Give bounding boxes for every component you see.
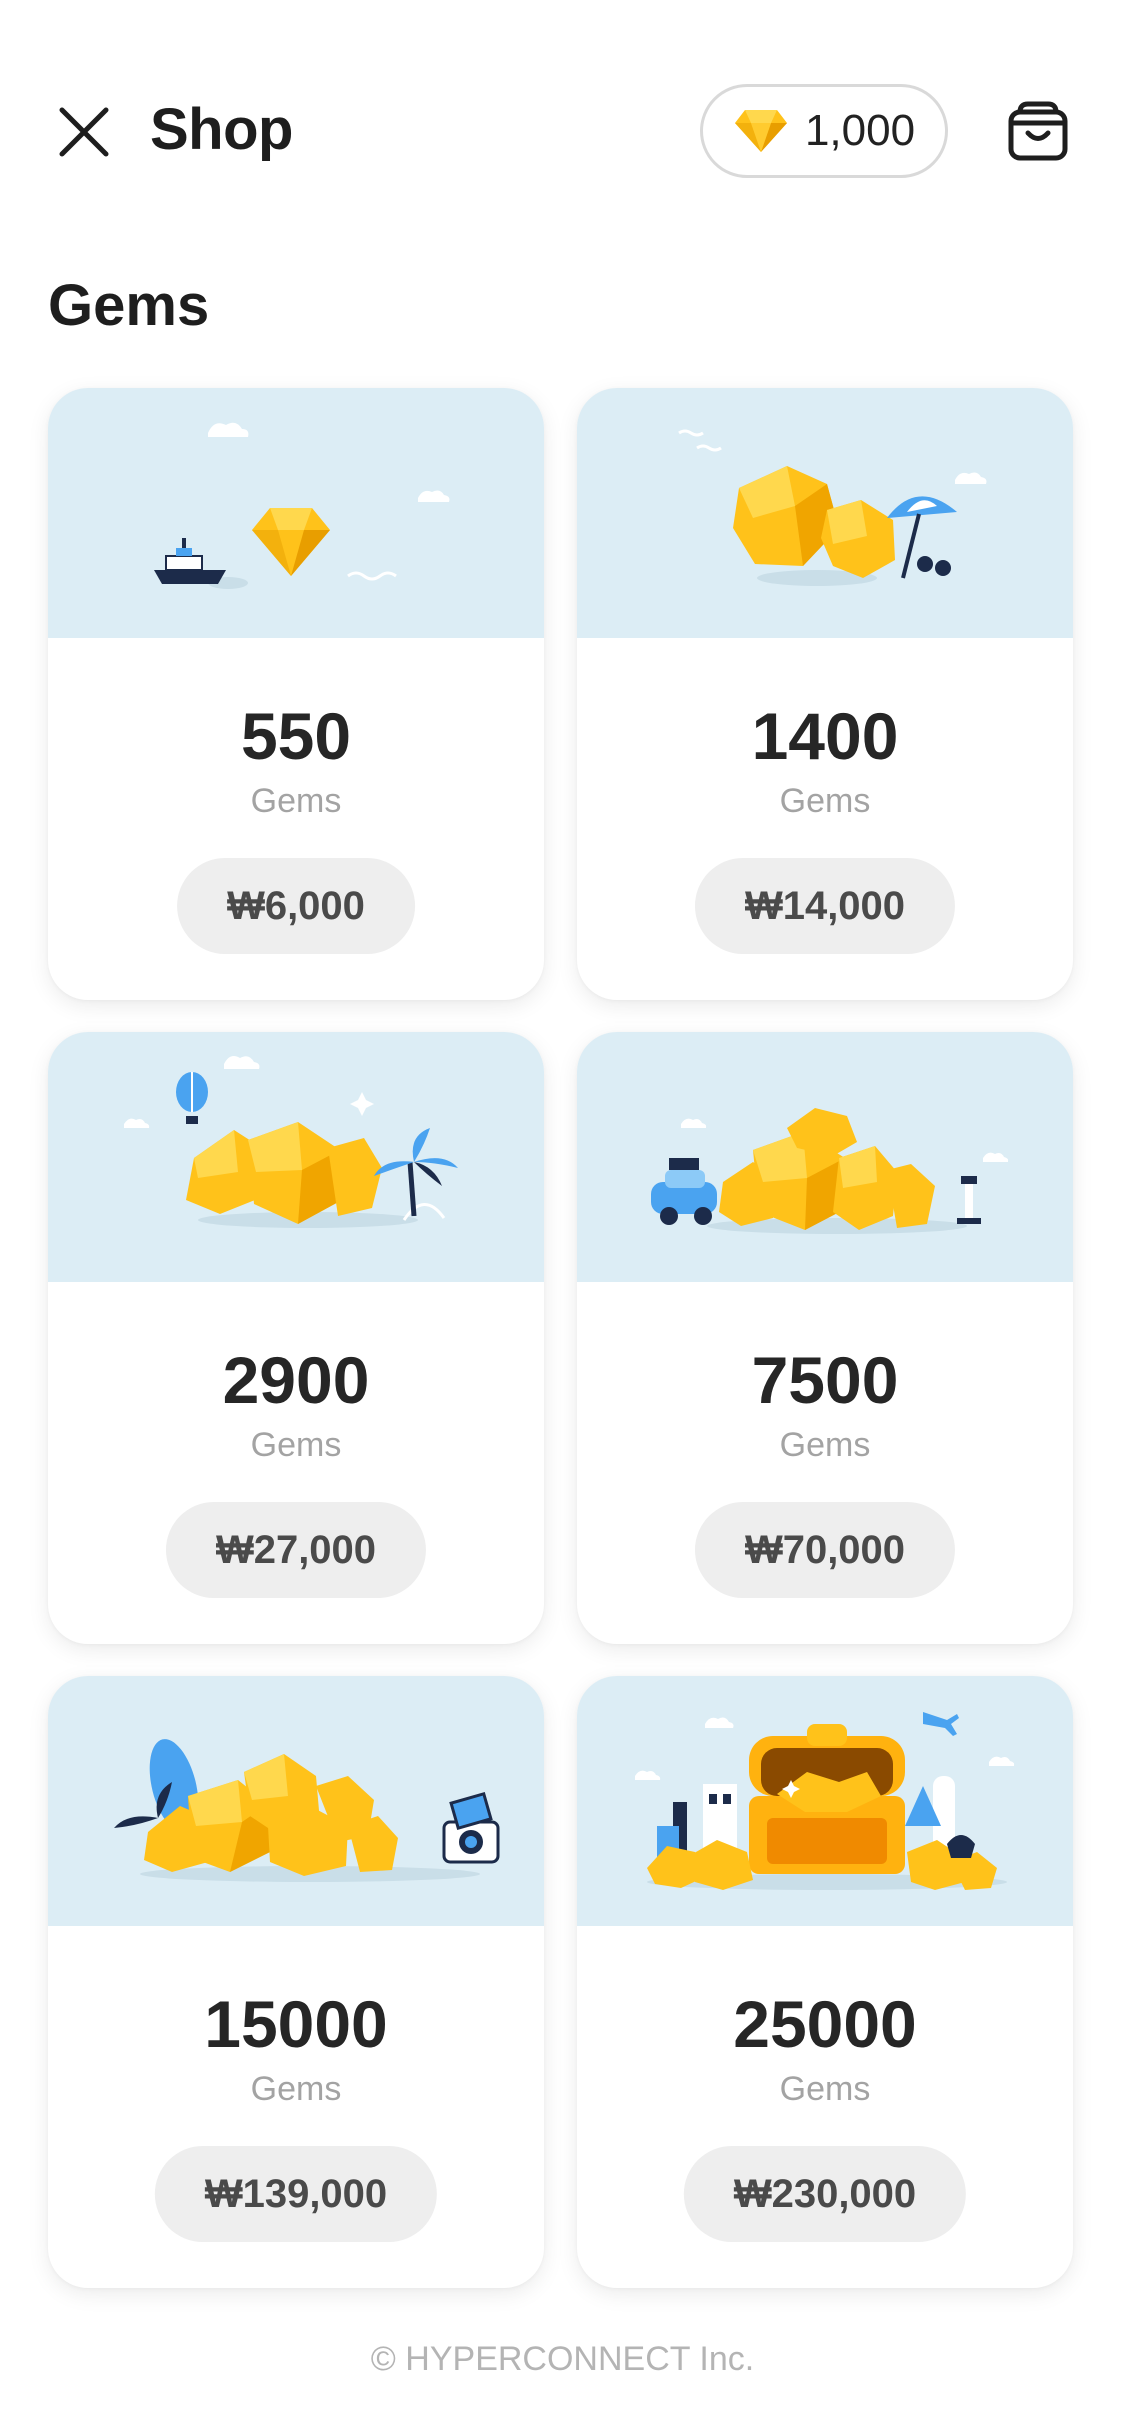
gem-unit-label: Gems — [250, 1426, 342, 1464]
gem-balance-value: 1,000 — [804, 106, 916, 155]
gem-unit-label: Gems — [779, 782, 871, 820]
gem-package-illustration — [577, 1032, 1073, 1282]
gem-amount: 25000 — [733, 1987, 917, 2061]
shopping-bag-icon — [1008, 101, 1068, 161]
header: Shop 1,000 — [0, 0, 1125, 230]
gem-amount: 15000 — [204, 1987, 388, 2061]
section-title-gems: Gems — [48, 273, 210, 338]
gem-package-illustration — [577, 1676, 1073, 1926]
gem-package-illustration — [577, 388, 1073, 638]
close-icon — [59, 107, 109, 157]
page-title: Shop — [150, 97, 293, 162]
gem-package-card[interactable]: 7500 Gems ₩70,000 — [577, 1032, 1073, 1644]
gem-package-illustration — [48, 1032, 544, 1282]
gem-package-illustration — [48, 388, 544, 638]
gem-balance-button[interactable]: 1,000 — [700, 84, 948, 178]
gem-amount: 2900 — [222, 1343, 370, 1417]
gem-unit-label: Gems — [250, 2070, 342, 2108]
gem-unit-label: Gems — [779, 2070, 871, 2108]
price-button[interactable]: ₩139,000 — [154, 2146, 438, 2242]
shopping-bag-button[interactable] — [1006, 100, 1070, 164]
close-button[interactable] — [54, 102, 114, 162]
gem-package-card[interactable]: 2900 Gems ₩27,000 — [48, 1032, 544, 1644]
gem-unit-label: Gems — [779, 1426, 871, 1464]
gem-icon — [734, 110, 787, 152]
gem-package-card[interactable]: 25000 Gems ₩230,000 — [577, 1676, 1073, 2288]
price-button[interactable]: ₩14,000 — [694, 858, 956, 954]
gem-amount: 7500 — [751, 1343, 899, 1417]
gem-package-card[interactable]: 550 Gems ₩6,000 — [48, 388, 544, 1000]
gem-unit-label: Gems — [250, 782, 342, 820]
price-button[interactable]: ₩230,000 — [683, 2146, 967, 2242]
price-button[interactable]: ₩6,000 — [177, 858, 415, 954]
price-button[interactable]: ₩70,000 — [694, 1502, 956, 1598]
gem-package-illustration — [48, 1676, 544, 1926]
price-button[interactable]: ₩27,000 — [165, 1502, 427, 1598]
gem-package-card[interactable]: 1400 Gems ₩14,000 — [577, 388, 1073, 1000]
gem-amount: 1400 — [751, 699, 899, 773]
gem-amount: 550 — [240, 699, 352, 773]
gem-package-card[interactable]: 15000 Gems ₩139,000 — [48, 1676, 544, 2288]
copyright-footer: © HYPERCONNECT Inc. — [370, 2340, 755, 2378]
gem-package-grid: 550 Gems ₩6,000 1400 Gems ₩14,000 2900 G… — [48, 388, 1073, 2288]
